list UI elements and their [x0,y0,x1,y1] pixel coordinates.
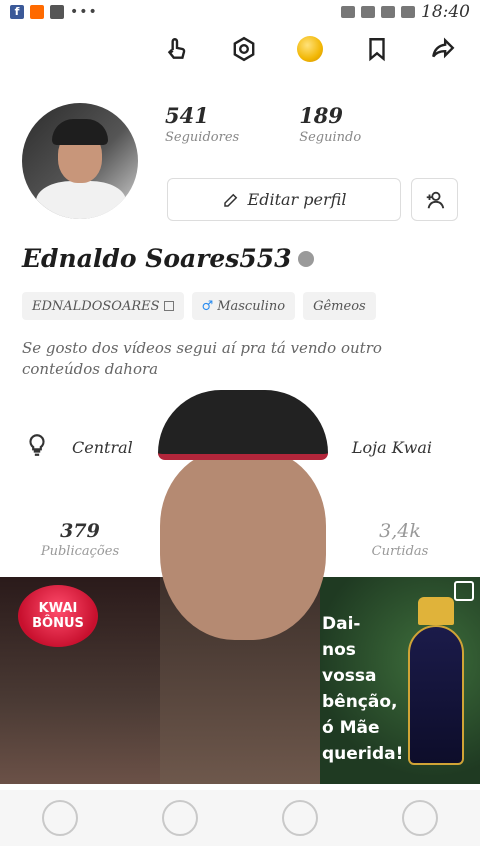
add-user-icon [426,191,444,208]
touch-icon [167,38,186,59]
nav-discover-button[interactable] [162,800,198,836]
pencil-icon [223,193,237,207]
followers-label: Seguidores [165,130,240,145]
edit-profile-label: Editar perfil [247,190,347,209]
sim-icon [381,6,395,18]
gender-text: Masculino [217,298,286,314]
posts-label: Publicações [40,544,120,559]
overlay-cap [158,390,328,460]
lightbulb-icon [24,432,50,462]
madonna-crown [418,597,454,625]
madonna-robe [408,625,464,765]
male-icon: ♂ [201,298,214,314]
share-button[interactable] [428,34,458,64]
following-count: 189 [299,103,344,128]
madonna-image [400,597,472,767]
profile-tags: EDNALDOSOARES ♂ Masculino Gêmeos [22,292,376,320]
likes-label: Curtidas [371,544,429,559]
follow-stats: 541 Seguidores 189 Seguindo [165,103,405,145]
more-icon: ••• [70,4,98,20]
system-icons: 18:40 [341,2,470,22]
notification-icons: f ••• [10,4,98,20]
followers-stat[interactable]: 541 Seguidores [165,103,239,145]
tab-likes[interactable]: 3,4k Curtidas [320,520,480,559]
coin-icon [297,36,323,62]
add-friend-button[interactable] [411,178,458,221]
posts-count: 379 [60,520,100,542]
user-id-text: EDNALDOSOARES [32,298,160,314]
status-bar: f ••• 18:40 [0,0,480,24]
floating-video-overlay [150,380,330,680]
wifi-icon [361,6,375,18]
facebook-icon: f [10,5,24,19]
bookmark-icon [368,38,385,62]
bottom-navigation [0,790,480,846]
avatar-shirt [36,181,126,219]
settings-button[interactable] [229,34,259,64]
likes-count: 3,4k [379,520,421,542]
badge-icon [297,250,314,267]
store-label: Loja Kwai [351,437,432,457]
badge-line1: KWAI [38,601,78,616]
alarm-icon [341,6,355,18]
edit-profile-button[interactable]: Editar perfil [167,178,401,221]
username-text: Ednaldo Soares553 [22,244,292,273]
sign-text: Gêmeos [313,298,366,314]
touch-button[interactable] [162,34,192,64]
following-stat[interactable]: 189 Seguindo [299,103,361,145]
sign-tag: Gêmeos [303,292,376,320]
battery-icon [401,6,415,18]
badge-line2: BÔNUS [32,616,84,631]
post-thumbnail[interactable]: Dai-nos vossa bênção, ó Mãe querida! [320,577,480,784]
nav-create-button[interactable] [282,800,318,836]
avatar[interactable] [22,103,138,219]
bio: Se gosto dos vídeos segui aí pra tá vend… [22,339,382,378]
user-id-tag[interactable]: EDNALDOSOARES [22,292,184,320]
followers-count: 541 [165,103,209,128]
post-thumbnail[interactable]: KWAI BÔNUS [0,577,160,784]
profile-toolbar [150,32,470,66]
central-label: Central [72,437,133,457]
clock: 18:40 [421,2,470,22]
share-icon [432,37,455,59]
prayer-text: Dai-nos vossa bênção, ó Mãe querida! [322,614,404,764]
nav-profile-button[interactable] [402,800,438,836]
tab-posts[interactable]: 379 Publicações [0,520,160,559]
copy-icon [163,301,174,311]
following-label: Seguindo [299,130,362,145]
avatar-cap [52,119,108,145]
coin-button[interactable] [295,34,325,64]
kwai-icon [30,5,44,19]
overlay-face [160,450,326,640]
gender-tag: ♂ Masculino [191,292,296,320]
username: Ednaldo Soares553 [22,244,314,273]
settings-icon [233,36,254,62]
bookmark-button[interactable] [362,34,392,64]
kwai-bonus-badge[interactable]: KWAI BÔNUS [18,585,98,647]
central-button[interactable]: Central [24,432,133,462]
folder-icon [50,5,64,19]
nav-home-button[interactable] [42,800,78,836]
